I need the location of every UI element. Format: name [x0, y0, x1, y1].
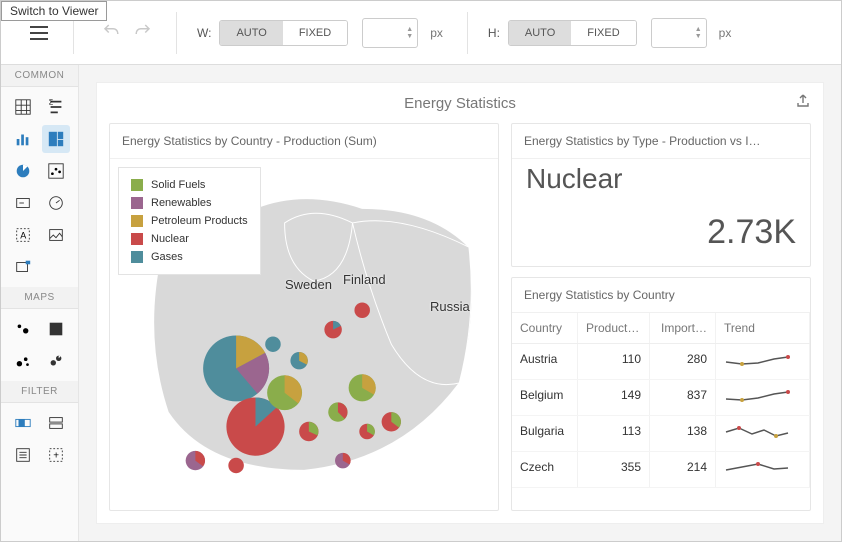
bubble-map-icon[interactable]: [9, 347, 38, 375]
scatter-icon[interactable]: [42, 157, 71, 185]
sidebar-cat-common: COMMON: [1, 65, 78, 87]
table-row[interactable]: Austria110280: [512, 344, 810, 380]
sparkline-icon: [724, 352, 792, 368]
label-russia: Russia: [430, 299, 470, 314]
gauge-icon[interactable]: [42, 189, 71, 217]
bound-image-icon[interactable]: [9, 253, 38, 281]
hamburger-icon: [27, 21, 51, 45]
width-fixed-button[interactable]: FIXED: [283, 21, 347, 45]
height-unit: px: [719, 26, 732, 40]
undo-button[interactable]: [102, 22, 120, 43]
width-unit: px: [430, 26, 443, 40]
sparkline-icon: [724, 460, 792, 476]
dashboard: Energy Statistics Energy Statistics by C…: [97, 83, 823, 523]
pie-map-icon[interactable]: [42, 347, 71, 375]
grid-header: Country Producti… Import… Trend: [512, 313, 810, 344]
switch-viewer-tooltip: Switch to Viewer: [1, 1, 107, 21]
map-panel[interactable]: Energy Statistics by Country - Productio…: [109, 123, 499, 511]
grid-panel[interactable]: Energy Statistics by Country Country Pro…: [511, 277, 811, 511]
top-toolbar: W: AUTO FIXED ▲▼ px H: AUTO FIXED ▲▼ px: [1, 1, 841, 65]
card-panel-title: Energy Statistics by Type - Production v…: [512, 124, 810, 159]
pivot-widget-icon[interactable]: Σ: [42, 93, 71, 121]
grid-widget-icon[interactable]: [9, 93, 38, 121]
undo-icon: [102, 22, 120, 40]
svg-text:A: A: [21, 231, 27, 241]
width-label: W:: [197, 26, 211, 40]
pie-chart-icon[interactable]: [9, 157, 38, 185]
card-icon[interactable]: [9, 189, 38, 217]
combo-filter-icon[interactable]: [42, 409, 71, 437]
treemap-icon[interactable]: [42, 125, 71, 153]
height-fixed-button[interactable]: FIXED: [571, 21, 635, 45]
component-sidebar: COMMON Σ A MAPS FILTER +: [1, 65, 79, 541]
card-panel[interactable]: Energy Statistics by Type - Production v…: [511, 123, 811, 267]
sparkline-icon: [724, 388, 792, 404]
height-mode-segmented[interactable]: AUTO FIXED: [508, 20, 637, 46]
dashboard-title: Energy Statistics: [404, 95, 516, 112]
svg-text:Σ: Σ: [49, 98, 54, 106]
width-input[interactable]: ▲▼: [362, 18, 418, 48]
redo-icon: [134, 22, 152, 40]
grid-panel-title: Energy Statistics by Country: [512, 278, 810, 313]
card-value: 2.73K: [526, 213, 796, 252]
table-row[interactable]: Czech355214: [512, 452, 810, 488]
label-finland: Finland: [343, 272, 386, 287]
sparkline-icon: [724, 424, 792, 440]
height-label: H:: [488, 26, 500, 40]
geopoint-icon[interactable]: [9, 315, 38, 343]
svg-text:+: +: [53, 451, 59, 462]
table-row[interactable]: Bulgaria113138: [512, 416, 810, 452]
text-icon[interactable]: A: [9, 221, 38, 249]
list-filter-icon[interactable]: [9, 441, 38, 469]
map-legend: Solid Fuels Renewables Petroleum Product…: [118, 167, 261, 275]
tree-filter-icon[interactable]: +: [42, 441, 71, 469]
height-input[interactable]: ▲▼: [651, 18, 707, 48]
table-row[interactable]: Belgium149837: [512, 380, 810, 416]
export-icon: [795, 93, 811, 109]
width-mode-segmented[interactable]: AUTO FIXED: [219, 20, 348, 46]
choropleth-icon[interactable]: [42, 315, 71, 343]
sidebar-cat-filter: FILTER: [1, 381, 78, 403]
map-panel-title: Energy Statistics by Country - Productio…: [110, 124, 498, 159]
export-button[interactable]: [795, 93, 811, 113]
width-auto-button[interactable]: AUTO: [220, 21, 282, 45]
bar-chart-icon[interactable]: [9, 125, 38, 153]
image-icon[interactable]: [42, 221, 71, 249]
redo-button[interactable]: [134, 22, 152, 43]
height-auto-button[interactable]: AUTO: [509, 21, 571, 45]
label-sweden: Sweden: [285, 277, 332, 292]
range-filter-icon[interactable]: [9, 409, 38, 437]
card-type: Nuclear: [526, 163, 796, 195]
sidebar-cat-maps: MAPS: [1, 287, 78, 309]
design-canvas[interactable]: Energy Statistics Energy Statistics by C…: [79, 65, 841, 541]
